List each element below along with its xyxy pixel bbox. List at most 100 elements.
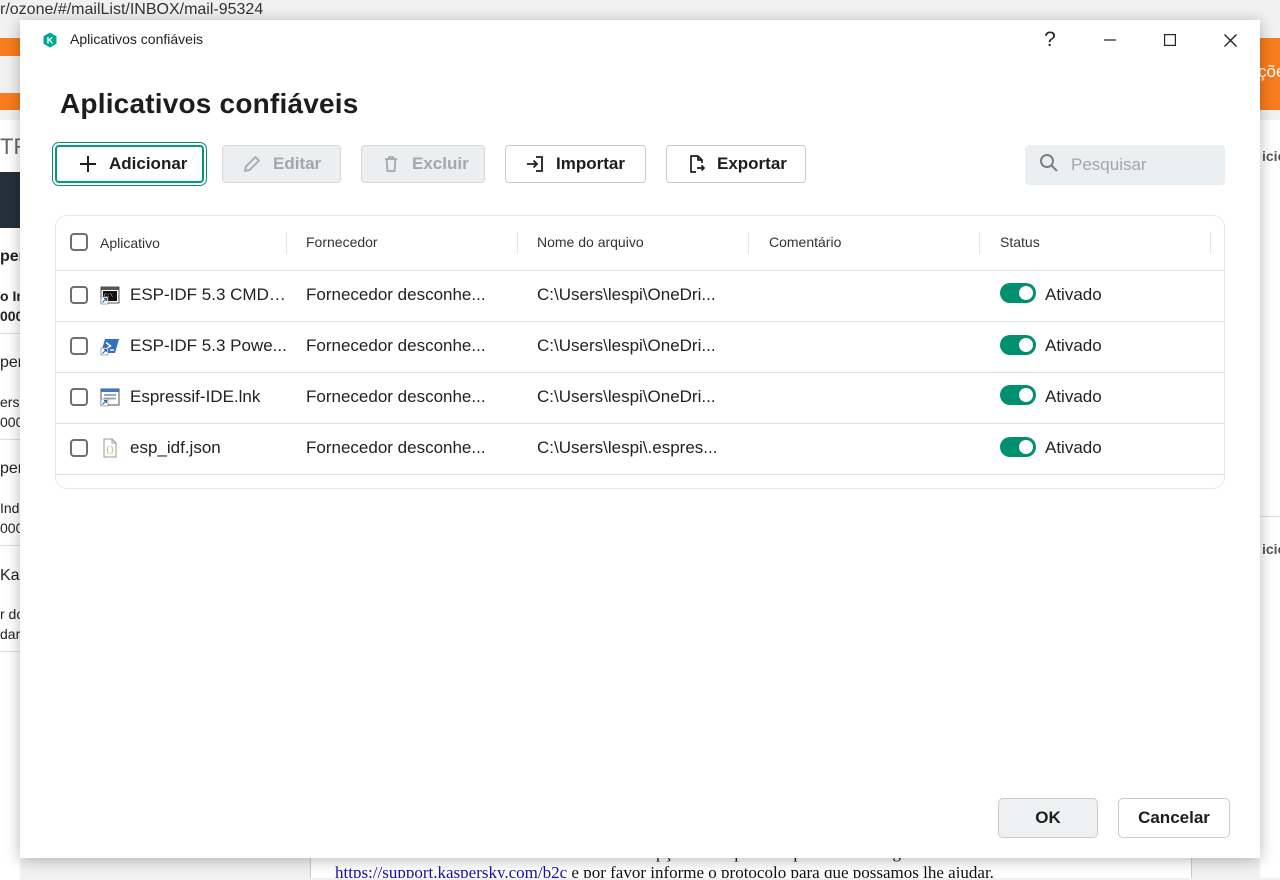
delete-button-label: Excluir xyxy=(412,154,469,173)
page-title: Aplicativos confiáveis xyxy=(60,88,359,119)
comment-text xyxy=(769,270,969,320)
table-row[interactable]: {} esp_idf.json Fornecedor desconhe... C… xyxy=(56,423,1224,475)
app-shortcut-icon xyxy=(100,388,120,407)
column-header-status[interactable]: Status xyxy=(1000,216,1040,270)
trash-icon xyxy=(380,153,402,175)
column-header-vendor[interactable]: Fornecedor xyxy=(306,216,378,270)
column-separator[interactable] xyxy=(979,232,980,254)
status-toggle[interactable] xyxy=(1000,437,1036,457)
column-separator[interactable] xyxy=(1210,232,1211,254)
divider xyxy=(0,651,20,652)
json-file-icon: {} xyxy=(103,438,117,458)
export-button[interactable]: Exportar xyxy=(666,145,806,183)
divider xyxy=(0,439,20,440)
browser-header-strip-left-2 xyxy=(0,93,20,110)
title-bar[interactable]: K Aplicativos confiáveis ? xyxy=(20,20,1260,60)
table-header: Aplicativo Fornecedor Nome do arquivo Co… xyxy=(56,216,1224,271)
table-row[interactable]: C:\ ESP-IDF 5.3 CMD.l... Fornecedor desc… xyxy=(56,270,1224,322)
row-checkbox[interactable] xyxy=(70,439,88,457)
column-header-comment[interactable]: Comentário xyxy=(769,216,841,270)
bg-fragment: Ind xyxy=(0,500,20,516)
bg-fragment: r do xyxy=(0,606,20,622)
minimize-button[interactable] xyxy=(1080,20,1140,60)
browser-header-text: ções xyxy=(1260,62,1280,81)
file-path: C:\Users\lespi\.espres... xyxy=(537,438,718,457)
column-header-file-name[interactable]: Nome do arquivo xyxy=(537,216,644,270)
row-checkbox[interactable] xyxy=(70,388,88,406)
row-checkbox[interactable] xyxy=(70,286,88,304)
status-toggle[interactable] xyxy=(1000,283,1036,303)
app-name: ESP-IDF 5.3 Powe... xyxy=(130,336,287,355)
cancel-button[interactable]: Cancelar xyxy=(1118,798,1230,838)
file-path: C:\Users\lespi\OneDri... xyxy=(537,285,716,304)
close-button[interactable] xyxy=(1200,20,1260,60)
bg-fragment: pers xyxy=(0,460,20,477)
bg-fragment: 000 xyxy=(0,414,20,430)
trusted-apps-table: Aplicativo Fornecedor Nome do arquivo Co… xyxy=(55,215,1225,489)
delete-button[interactable]: Excluir xyxy=(361,145,485,183)
comment-text xyxy=(769,423,969,473)
vendor-name: Fornecedor desconhe... xyxy=(306,438,486,457)
pencil-icon xyxy=(241,153,263,175)
bg-fragment: icic xyxy=(1262,541,1280,557)
import-button-label: Importar xyxy=(556,154,625,173)
import-button[interactable]: Importar xyxy=(505,145,646,183)
help-button[interactable]: ? xyxy=(1020,20,1080,60)
bg-fragment: 000 xyxy=(0,520,20,536)
column-header-application[interactable]: Aplicativo xyxy=(100,217,160,271)
status-text: Ativado xyxy=(1045,336,1102,355)
comment-text xyxy=(769,372,969,422)
status-text: Ativado xyxy=(1045,285,1102,304)
edit-button-label: Editar xyxy=(273,154,322,173)
browser-address-bar[interactable]: r/ozone/#/mailList/INBOX/mail-95324 xyxy=(0,0,1280,20)
cancel-button-label: Cancelar xyxy=(1138,808,1210,827)
right-panel-fragment: icic icic xyxy=(1260,120,1280,878)
file-path: C:\Users\lespi\OneDri... xyxy=(537,336,716,355)
cmd-shortcut-icon: C:\ xyxy=(100,286,120,305)
powershell-shortcut-icon xyxy=(100,339,119,356)
support-link[interactable]: https://support.kaspersky.com/b2c xyxy=(335,863,567,878)
comment-text xyxy=(769,321,969,371)
browser-header-strip-left xyxy=(0,38,20,56)
kaspersky-shield-icon: K xyxy=(42,32,58,48)
plus-icon xyxy=(77,153,99,175)
search-input[interactable] xyxy=(1069,154,1223,176)
bg-fragment: ers xyxy=(0,394,20,410)
search-box[interactable] xyxy=(1025,145,1225,185)
status-toggle[interactable] xyxy=(1000,385,1036,405)
maximize-button[interactable] xyxy=(1140,20,1200,60)
file-path: C:\Users\lespi\OneDri... xyxy=(537,387,716,406)
ok-button-label: OK xyxy=(1035,808,1061,827)
maximize-icon xyxy=(1164,34,1176,46)
bg-fragment: icic xyxy=(1262,148,1280,164)
trusted-apps-dialog: K Aplicativos confiáveis ? Aplicativos c… xyxy=(20,20,1260,858)
column-separator[interactable] xyxy=(748,232,749,254)
divider xyxy=(0,333,20,334)
edit-button[interactable]: Editar xyxy=(222,145,341,183)
bg-fragment: Kas xyxy=(0,567,20,584)
window-title: Aplicativos confiáveis xyxy=(70,31,204,47)
browser-header-strip-right: ções xyxy=(1260,38,1280,110)
minimize-icon xyxy=(1104,39,1116,41)
table-row[interactable]: Espressif-IDE.lnk Fornecedor desconhe...… xyxy=(56,372,1224,424)
email-body-text: e por favor informe o protocolo para que… xyxy=(567,863,994,878)
svg-text:K: K xyxy=(47,36,54,46)
app-name: Espressif-IDE.lnk xyxy=(130,387,261,406)
search-icon xyxy=(1039,153,1059,178)
row-checkbox[interactable] xyxy=(70,337,88,355)
ok-button[interactable]: OK xyxy=(998,798,1098,838)
select-all-checkbox[interactable] xyxy=(70,233,88,251)
status-text: Ativado xyxy=(1045,438,1102,457)
help-icon: ? xyxy=(1044,28,1056,51)
email-thumbnail xyxy=(0,172,20,228)
vendor-name: Fornecedor desconhe... xyxy=(306,285,486,304)
status-toggle[interactable] xyxy=(1000,335,1036,355)
import-icon xyxy=(524,153,546,175)
table-row[interactable]: ESP-IDF 5.3 Powe... Fornecedor desconhe.… xyxy=(56,321,1224,373)
column-separator[interactable] xyxy=(286,232,287,254)
bg-fragment: 000 xyxy=(0,308,20,324)
add-button[interactable]: Adicionar xyxy=(52,142,207,186)
app-name: esp_idf.json xyxy=(130,438,221,457)
column-separator[interactable] xyxy=(517,232,518,254)
bg-fragment: dard xyxy=(0,626,20,642)
